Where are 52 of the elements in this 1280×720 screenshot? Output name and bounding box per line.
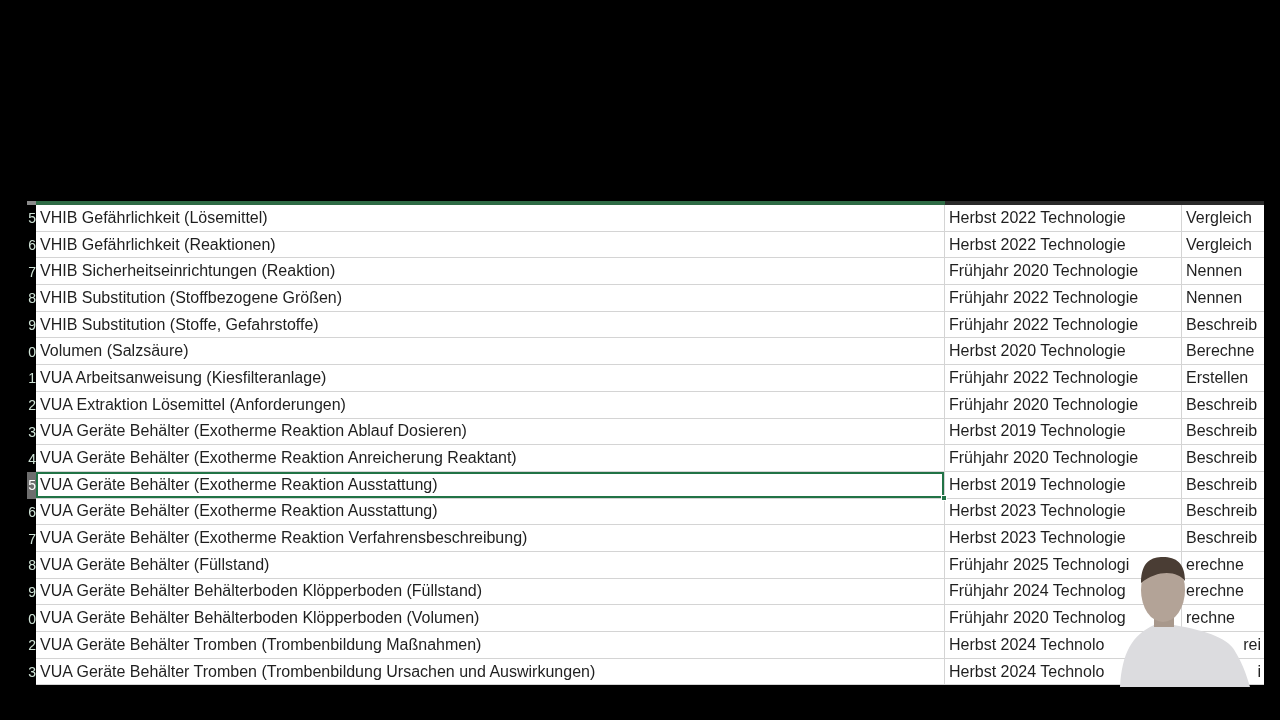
- table-cell: Beschreib: [1182, 471, 1264, 499]
- table-cell: Nennen: [1182, 258, 1264, 286]
- table-cell: VUA Arbeitsanweisung (Kiesfilteranlage): [36, 365, 945, 392]
- table-cell: erechne: [1182, 551, 1264, 579]
- corner-header[interactable]: [27, 201, 36, 205]
- table-cell: VHIB Gefährlichkeit (Reaktionen): [36, 231, 945, 259]
- table-cell: Beschreib: [1182, 498, 1264, 526]
- table-cell: Herbst 2023 Technologie: [945, 498, 1182, 526]
- column-header[interactable]: [1182, 201, 1264, 205]
- table-cell: Erstellen: [1182, 365, 1264, 392]
- table-cell: Herbst 2019 Technologie: [945, 418, 1182, 446]
- table-cell: Herbst 2019 Technologie: [945, 471, 1182, 499]
- column-header[interactable]: [945, 201, 1182, 205]
- table-cell: Beschreib: [1182, 391, 1264, 419]
- table-cell: VUA Geräte Behälter Behälterboden Klöpperboden (Volumen): [36, 605, 945, 632]
- table-cell: rechne: [1182, 605, 1264, 632]
- table-cell: VUA Geräte Behälter Behälterboden Klöpperboden (Füllstand): [36, 578, 945, 606]
- table-cell: VUA Geräte Behälter (Exotherme Reaktion Anreicherung Reaktant): [36, 445, 945, 472]
- table-cell: Berechne: [1182, 338, 1264, 366]
- table-cell: Volumen (Salzsäure): [36, 338, 945, 366]
- table-cell: Vergleich: [1182, 231, 1264, 259]
- table-cell: Beschreib: [1182, 525, 1264, 552]
- table-cell: Herbst 2022 Technologie: [945, 231, 1182, 259]
- table-cell: VUA Geräte Behälter (Exotherme Reaktion Ausstattung): [36, 498, 945, 526]
- table-cell: Beschreib: [1182, 445, 1264, 472]
- table-cell: VUA Geräte Behälter (Exotherme Reaktion Verfahrensbeschreibung): [36, 525, 945, 552]
- table-cell: Frühjahr 2022 Technologie: [945, 285, 1182, 312]
- table-cell: Frühjahr 2022 Technologie: [945, 365, 1182, 392]
- row-header[interactable]: 5: [27, 471, 36, 499]
- table-cell: Frühjahr 2022 Technologie: [945, 311, 1182, 339]
- table-cell: Herbst 2023 Technologie: [945, 525, 1182, 552]
- table-cell: Frühjahr 2020 Technologie: [945, 445, 1182, 472]
- table-cell: Beschreib: [1182, 311, 1264, 339]
- table-cell: VHIB Substitution (Stoffbezogene Größen): [36, 285, 945, 312]
- table-cell: Frühjahr 2020 Technologie: [945, 258, 1182, 286]
- table-cell: Frühjahr 2020 Technologie: [945, 391, 1182, 419]
- table-cell: VUA Geräte Behälter (Füllstand): [36, 551, 945, 579]
- table-cell: Herbst 2020 Technologie: [945, 338, 1182, 366]
- table-cell: VUA Extraktion Lösemittel (Anforderungen): [36, 391, 945, 419]
- table-cell: VUA Geräte Behälter Tromben (Trombenbildung Maßnahmen): [36, 632, 945, 659]
- table-cell: VHIB Gefährlichkeit (Lösemittel): [36, 205, 945, 232]
- fill-handle[interactable]: [941, 494, 947, 501]
- table-cell: VUA Geräte Behälter (Exotherme Reaktion Ablauf Dosieren): [36, 418, 945, 446]
- table-cell: Herbst 2022 Technologie: [945, 205, 1182, 232]
- table-cell: Nennen: [1182, 285, 1264, 312]
- table-cell: Beschreib: [1182, 418, 1264, 446]
- table-cell: VUA Geräte Behälter (Exotherme Reaktion Ausstattung): [36, 471, 945, 499]
- table-cell: VUA Geräte Behälter Tromben (Trombenbildung Ursachen und Auswirkungen): [36, 658, 945, 686]
- table-cell: VHIB Substitution (Stoffe, Gefahrstoffe): [36, 311, 945, 339]
- table-cell: Vergleich: [1182, 205, 1264, 232]
- column-header[interactable]: [36, 201, 945, 205]
- table-cell: VHIB Sicherheitseinrichtungen (Reaktion): [36, 258, 945, 286]
